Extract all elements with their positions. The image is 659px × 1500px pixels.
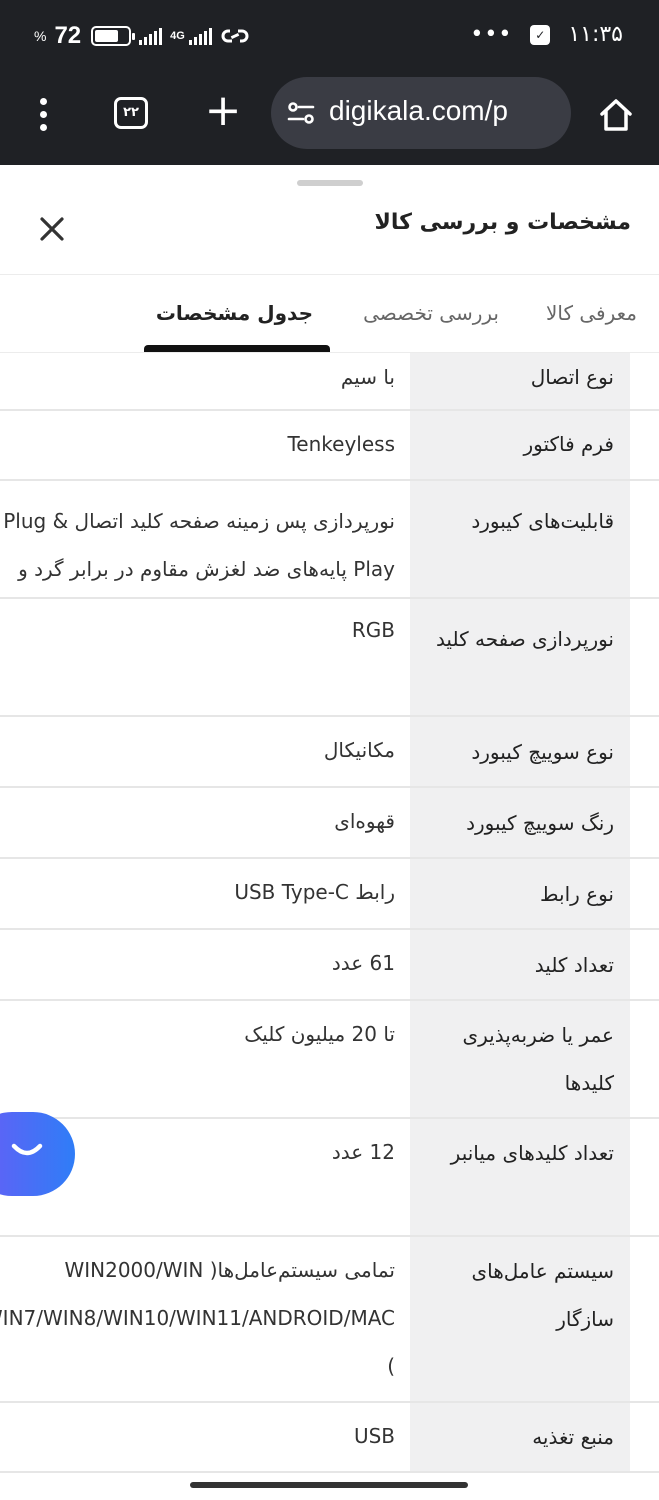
spec-row: نوع رابط رابط USB Type-C [0, 859, 659, 930]
status-right: ••• ✓ ۱۱:۳۵ [470, 22, 623, 47]
menu-icon[interactable] [28, 94, 58, 134]
spec-row: تعداد کلید 61 عدد [0, 930, 659, 1001]
spec-row: قابلیت‌های کیبورد نورپردازی پس زمینه صفحه… [0, 481, 659, 599]
spec-value: قهوه‌ای [334, 797, 395, 845]
spec-row: رنگ سوییچ کیبورد قهوه‌ای [0, 788, 659, 859]
drag-handle[interactable] [297, 180, 363, 186]
spec-value-line: مکانیکال [323, 738, 395, 762]
spec-value: نورپردازی پس زمینه صفحه کلید اتصال & Plu… [3, 497, 395, 593]
spec-key-cell: تعداد کلید [410, 930, 630, 999]
spec-row: فرم فاکتور Tenkeyless [0, 411, 659, 481]
spec-value: Tenkeyless [287, 420, 395, 468]
spec-key: نوع سوییچ کیبورد [471, 740, 614, 764]
tabs-icon[interactable]: ۲۲ [114, 97, 148, 129]
spec-value-line: WIN7/WIN8/WIN10/WIN11/ANDROID/MAC [0, 1306, 395, 1330]
spec-key-cell: منبع تغذیه [410, 1403, 630, 1471]
site-settings-icon[interactable] [285, 99, 317, 127]
smile-icon [11, 1143, 43, 1156]
spec-key: منبع تغذیه [532, 1425, 614, 1449]
spec-value-line: Play پایه‌های ضد لغزش مقاوم در برابر گرد… [18, 557, 395, 581]
status-left: % 72 4G [34, 22, 250, 50]
battery-fill [95, 30, 119, 42]
network-type: 4G [170, 30, 185, 42]
spec-value-line: 12 عدد [331, 1140, 395, 1164]
spec-value: تا 20 میلیون کلیک [244, 1010, 395, 1058]
spec-key: تعداد کلید [534, 953, 614, 977]
spec-key: عمر یا ضربه‌پذیری کلیدها [462, 1023, 614, 1095]
battery-icon [91, 26, 136, 46]
spec-value: 12 عدد [332, 1128, 395, 1176]
spec-row: منبع تغذیه USB [0, 1403, 659, 1473]
spec-value-line: با سیم [340, 365, 395, 389]
spec-key-cell: نوع سوییچ کیبورد [410, 717, 630, 786]
spec-key-cell: عمر یا ضربه‌پذیری کلیدها [410, 1001, 630, 1117]
link-icon [221, 29, 249, 43]
spec-key: نورپردازی صفحه کلید [435, 627, 614, 651]
spec-value-line: نورپردازی پس زمینه صفحه کلید اتصال & Plu… [3, 509, 395, 533]
home-icon[interactable] [596, 95, 636, 135]
spec-row: نورپردازی صفحه کلید RGB [0, 599, 659, 717]
spec-key: قابلیت‌های کیبورد [471, 509, 614, 533]
status-bar: % 72 4G ••• ✓ ۱۱:۳۵ [0, 0, 659, 70]
battery-percent-sign: % [34, 28, 47, 44]
spec-row: عمر یا ضربه‌پذیری کلیدها تا 20 میلیون کلی… [0, 1001, 659, 1119]
specs-sheet: مشخصات و بررسی کالا معرفی کالا بررسی تخص… [0, 165, 659, 1500]
spec-row: نوع سوییچ کیبورد مکانیکال [0, 717, 659, 788]
new-tab-icon[interactable]: + [203, 89, 243, 133]
tab-review[interactable]: بررسی تخصصی [363, 301, 499, 325]
home-indicator[interactable] [190, 1482, 468, 1488]
spec-key-cell: قابلیت‌های کیبورد [410, 481, 630, 597]
tab-specs[interactable]: جدول مشخصات [156, 301, 313, 325]
spec-key: سیستم عامل‌های سازگار [471, 1259, 614, 1331]
signal-icon-2 [188, 27, 212, 45]
url-text: digikala.com/p [329, 95, 508, 126]
spec-key-cell: فرم فاکتور [410, 411, 630, 479]
spec-value: با سیم [341, 353, 395, 401]
tab-intro[interactable]: معرفی کالا [546, 301, 637, 325]
spec-key: نوع رابط [540, 882, 614, 906]
browser-toolbar: ۲۲ + digikala.com/p [0, 70, 659, 165]
tab-count: ۲۲ [123, 105, 139, 120]
spec-key-cell: نوع اتصال [410, 353, 630, 409]
spec-key: نوع اتصال [530, 365, 614, 389]
spec-value-line: ) [387, 1354, 395, 1378]
address-bar[interactable]: digikala.com/p [271, 77, 571, 149]
spec-key-cell: نوع رابط [410, 859, 630, 928]
spec-value: رابط USB Type-C [234, 868, 395, 916]
spec-value-line: قهوه‌ای [334, 809, 395, 833]
spec-key: رنگ سوییچ کیبورد [466, 811, 614, 835]
sheet-title: مشخصات و بررسی کالا [374, 210, 631, 235]
spec-key-cell: نورپردازی صفحه کلید [410, 599, 630, 715]
spec-key-cell: رنگ سوییچ کیبورد [410, 788, 630, 857]
spec-key-cell: تعداد کلیدهای میانبر [410, 1119, 630, 1235]
overflow-dots: ••• [470, 21, 513, 47]
spec-value: مکانیکال [324, 726, 395, 774]
spec-value: USB [354, 1412, 395, 1460]
spec-value-line: تا 20 میلیون کلیک [244, 1022, 395, 1046]
tab-bar: معرفی کالا بررسی تخصصی جدول مشخصات [0, 275, 659, 353]
clock: ۱۱:۳۵ [568, 22, 623, 47]
spec-value-line: رابط USB Type-C [234, 880, 395, 904]
spec-value-line: USB [353, 1424, 395, 1448]
spec-value-line: RGB [351, 618, 395, 642]
spec-row: نوع اتصال با سیم [0, 353, 659, 411]
spec-value: RGB [352, 606, 395, 654]
notification-app-icon: ✓ [530, 24, 551, 45]
signal-icon [139, 27, 163, 45]
spec-value: تمامی سیستم‌عامل‌ها( WIN2000/WIN WIN7/WIN… [0, 1246, 395, 1390]
spec-row: سیستم عامل‌های سازگار تمامی سیستم‌عامل‌ها… [0, 1237, 659, 1403]
spec-value-line: Tenkeyless [287, 432, 395, 456]
battery-level: 72 [54, 22, 82, 49]
spec-value-line: 61 عدد [331, 951, 395, 975]
spec-key: فرم فاکتور [523, 432, 614, 456]
spec-value-line: تمامی سیستم‌عامل‌ها( WIN2000/WIN [64, 1258, 395, 1282]
spec-value: 61 عدد [332, 939, 395, 987]
spec-key-cell: سیستم عامل‌های سازگار [410, 1237, 630, 1401]
spec-key: تعداد کلیدهای میانبر [450, 1141, 614, 1165]
close-icon[interactable] [34, 211, 70, 247]
spec-row: تعداد کلیدهای میانبر 12 عدد [0, 1119, 659, 1237]
